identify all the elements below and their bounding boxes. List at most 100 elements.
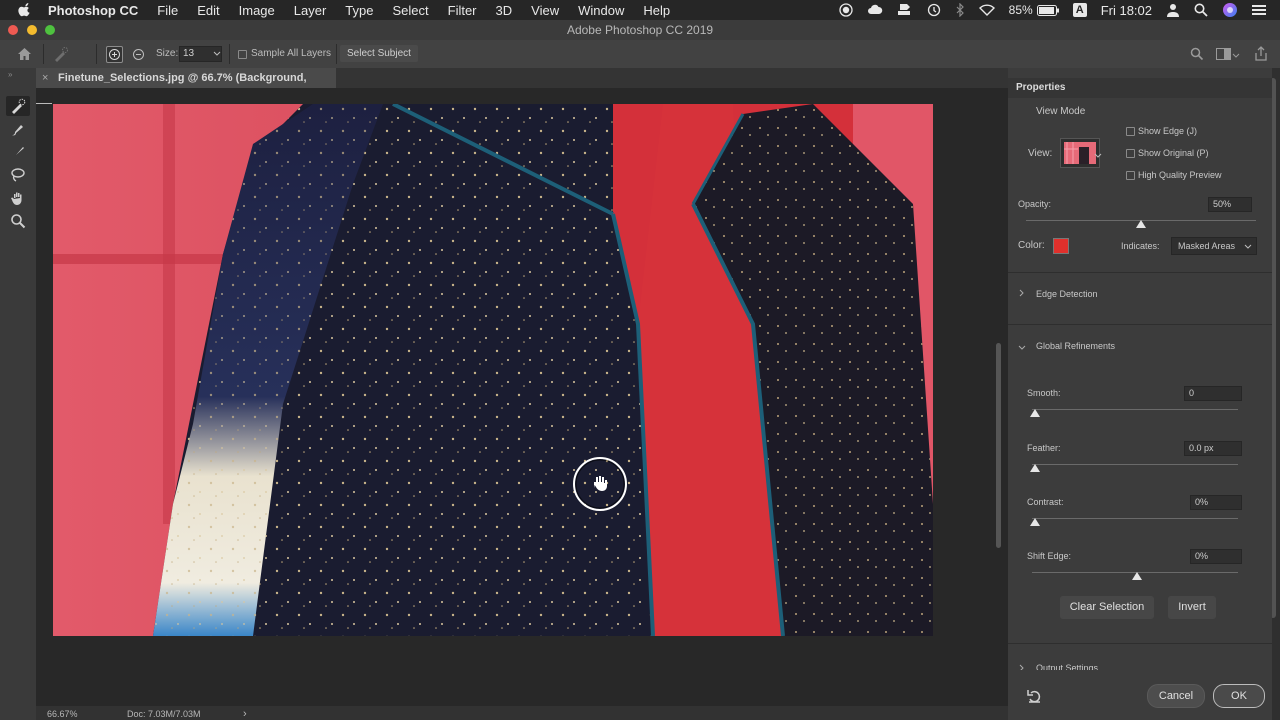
refine-edge-brush-icon[interactable] xyxy=(6,119,30,139)
clear-selection-button[interactable]: Clear Selection xyxy=(1060,596,1154,619)
select-subject-button[interactable]: Select Subject xyxy=(340,45,418,62)
clock[interactable]: Fri 18:02 xyxy=(1101,3,1152,18)
edge-detection-header[interactable]: Edge Detection xyxy=(1036,289,1098,299)
zoom-level[interactable]: 66.67% xyxy=(47,709,78,719)
jacket-photo-illustration xyxy=(53,104,933,636)
notification-center-icon[interactable] xyxy=(1252,4,1266,16)
bluetooth-icon[interactable] xyxy=(955,3,965,17)
menu-filter[interactable]: Filter xyxy=(448,3,477,18)
search-icon[interactable] xyxy=(1190,47,1204,64)
menu-view[interactable]: View xyxy=(531,3,559,18)
invert-button[interactable]: Invert xyxy=(1168,596,1216,619)
properties-title: Properties xyxy=(1016,82,1066,93)
edge-detection-expand-icon[interactable] xyxy=(1019,289,1025,300)
global-refinements-collapse-icon[interactable] xyxy=(1018,343,1026,354)
sample-all-layers-label: Sample All Layers xyxy=(251,48,332,59)
menu-type[interactable]: Type xyxy=(345,3,373,18)
zoom-window-button[interactable] xyxy=(45,25,55,35)
smooth-slider-thumb[interactable] xyxy=(1030,409,1040,417)
opacity-field[interactable]: 50% xyxy=(1208,197,1252,212)
share-icon[interactable] xyxy=(1255,46,1267,64)
input-source-badge[interactable]: A xyxy=(1072,3,1087,17)
window-title-bar: Adobe Photoshop CC 2019 xyxy=(0,20,1280,40)
apple-icon[interactable] xyxy=(18,3,32,17)
tools-panel: » xyxy=(0,68,36,720)
creative-cloud-icon[interactable] xyxy=(867,4,883,16)
minimize-window-button[interactable] xyxy=(27,25,37,35)
shift-edge-slider-thumb[interactable] xyxy=(1132,572,1142,580)
hand-tool-icon[interactable] xyxy=(6,188,30,208)
menu-layer[interactable]: Layer xyxy=(294,3,327,18)
smooth-field[interactable]: 0 xyxy=(1184,386,1242,401)
color-label: Color: xyxy=(1018,240,1045,251)
workspace-switcher-icon[interactable] xyxy=(1216,48,1231,63)
contrast-field[interactable]: 0% xyxy=(1190,495,1242,510)
view-mode-label: View Mode xyxy=(1036,106,1086,117)
brush-tool-icon[interactable] xyxy=(6,142,30,162)
smooth-slider-track[interactable] xyxy=(1032,409,1238,410)
lasso-tool-icon[interactable] xyxy=(6,165,30,185)
shift-edge-label: Shift Edge: xyxy=(1027,551,1072,561)
feather-field[interactable]: 0.0 px xyxy=(1184,441,1242,456)
opacity-slider-thumb[interactable] xyxy=(1136,220,1146,228)
high-quality-preview-checkbox[interactable] xyxy=(1126,170,1135,181)
global-refinements-header[interactable]: Global Refinements xyxy=(1036,341,1115,351)
brush-size-dropdown-icon[interactable] xyxy=(213,49,221,60)
menu-select[interactable]: Select xyxy=(392,3,428,18)
contrast-label: Contrast: xyxy=(1027,497,1064,507)
chevron-down-icon xyxy=(1244,244,1252,249)
time-machine-icon[interactable] xyxy=(927,3,941,17)
zoom-tool-icon[interactable] xyxy=(6,211,30,231)
quick-selection-tool-icon[interactable] xyxy=(6,96,30,116)
siri-icon[interactable] xyxy=(1222,2,1238,18)
show-edge-label: Show Edge (J) xyxy=(1138,126,1198,136)
overlay-color-swatch[interactable] xyxy=(1053,238,1069,254)
shift-edge-field[interactable]: 0% xyxy=(1190,549,1242,564)
view-mode-dropdown-icon[interactable] xyxy=(1094,151,1102,162)
document-tab[interactable]: × Finetune_Selections.jpg @ 66.7% (Backg… xyxy=(36,68,336,104)
menu-3d[interactable]: 3D xyxy=(496,3,513,18)
display-icon[interactable] xyxy=(897,3,913,17)
indicates-dropdown[interactable]: Masked Areas xyxy=(1171,237,1257,255)
status-bar: 66.67% Doc: 7.03M/7.03M › xyxy=(36,706,1008,720)
vertical-scrollbar[interactable] xyxy=(996,343,1001,548)
menu-image[interactable]: Image xyxy=(239,3,275,18)
menu-file[interactable]: File xyxy=(157,3,178,18)
subtract-from-selection-icon[interactable] xyxy=(131,47,146,65)
ok-button[interactable]: OK xyxy=(1213,684,1265,708)
close-window-button[interactable] xyxy=(8,25,18,35)
ruler-marker xyxy=(36,103,52,104)
battery-icon[interactable] xyxy=(1036,4,1059,16)
properties-panel: Properties View Mode View: Show Edge (J)… xyxy=(1008,68,1272,720)
record-icon[interactable] xyxy=(839,3,853,17)
close-document-icon[interactable]: × xyxy=(42,68,48,88)
menu-window[interactable]: Window xyxy=(578,3,624,18)
contrast-slider-track[interactable] xyxy=(1032,518,1238,519)
contrast-slider-thumb[interactable] xyxy=(1030,518,1040,526)
output-settings-header[interactable]: Output Settings xyxy=(1036,663,1098,670)
show-original-checkbox[interactable] xyxy=(1126,148,1135,159)
status-menu-arrow[interactable]: › xyxy=(243,708,247,720)
feather-slider-track[interactable] xyxy=(1032,464,1238,465)
sample-all-layers-checkbox[interactable] xyxy=(238,49,247,60)
menu-help[interactable]: Help xyxy=(643,3,670,18)
battery-percentage: 85% xyxy=(1008,3,1033,17)
cancel-button[interactable]: Cancel xyxy=(1147,684,1205,708)
tools-collapse-icon[interactable]: » xyxy=(8,70,12,79)
workspace-dropdown-icon[interactable] xyxy=(1232,51,1240,62)
document-image[interactable] xyxy=(53,104,933,636)
brush-size-label: Size: xyxy=(156,48,179,59)
quick-selection-tool-preset-icon[interactable] xyxy=(53,46,69,65)
feather-slider-thumb[interactable] xyxy=(1030,464,1040,472)
spotlight-search-icon[interactable] xyxy=(1194,3,1208,17)
reset-icon[interactable] xyxy=(1027,689,1042,707)
show-edge-checkbox[interactable] xyxy=(1126,126,1135,137)
app-menu[interactable]: Photoshop CC xyxy=(48,3,138,18)
add-to-selection-icon[interactable] xyxy=(106,46,123,63)
show-original-label: Show Original (P) xyxy=(1138,148,1209,158)
options-bar: Size: 13 Sample All Layers Select Subjec… xyxy=(0,40,1280,69)
wifi-icon[interactable] xyxy=(978,4,995,16)
home-icon[interactable] xyxy=(17,47,32,64)
user-icon[interactable] xyxy=(1166,3,1180,17)
menu-edit[interactable]: Edit xyxy=(197,3,219,18)
